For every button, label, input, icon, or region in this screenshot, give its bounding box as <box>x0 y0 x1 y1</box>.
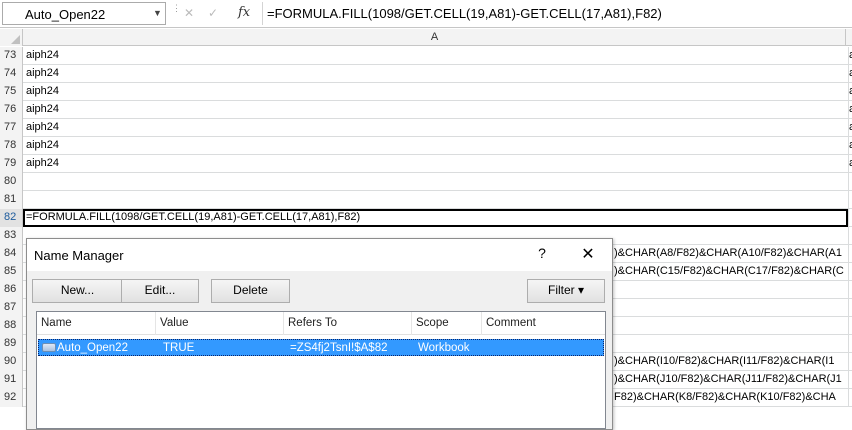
table-row: 75aiph24 a <box>0 83 852 101</box>
cell-b[interactable]: a <box>848 83 852 101</box>
row-header[interactable]: 76 <box>0 101 23 119</box>
row-header[interactable]: 80 <box>0 173 23 191</box>
cell-b[interactable]: a <box>848 119 852 137</box>
cell-b[interactable]: a <box>848 155 852 173</box>
cell-a[interactable]: aiph24 <box>26 155 59 173</box>
item-value: TRUE <box>163 342 195 354</box>
grip-icon[interactable]: ⋮ <box>172 4 181 21</box>
row-header[interactable]: 75 <box>0 83 23 101</box>
column-header-value[interactable]: Value <box>156 312 284 335</box>
name-manager-dialog: Name Manager ? ✕ New... Edit... Delete F… <box>26 238 613 430</box>
row-header[interactable]: 79 <box>0 155 23 173</box>
row-header[interactable]: 83 <box>0 227 23 245</box>
cell-b[interactable] <box>848 191 852 209</box>
table-row: 77aiph24 a <box>0 119 852 137</box>
table-row: 76aiph24 a <box>0 101 852 119</box>
column-header-refers-to[interactable]: Refers To <box>284 312 412 335</box>
row-header[interactable]: 89 <box>0 335 23 353</box>
cell-overflow-text: )&CHAR(A8/F82)&CHAR(A10/F82)&CHAR(A1 <box>614 247 842 259</box>
cell-b[interactable] <box>848 263 852 281</box>
row-header[interactable]: 82 <box>0 209 23 227</box>
table-row: 81 <box>0 191 852 209</box>
cell-b[interactable] <box>848 245 852 263</box>
chevron-down-icon[interactable]: ▼ <box>153 8 162 18</box>
insert-function-button[interactable]: fx <box>238 5 250 20</box>
enter-icon[interactable]: ✓ <box>208 6 218 20</box>
row-header[interactable]: 77 <box>0 119 23 137</box>
cell-a[interactable]: aiph24 <box>26 119 59 137</box>
row-header[interactable]: 85 <box>0 263 23 281</box>
cell-overflow-text: F82)&CHAR(K8/F82)&CHAR(K10/F82)&CHA <box>614 391 836 403</box>
table-row: 79aiph24 a <box>0 155 852 173</box>
delete-button[interactable]: Delete <box>211 279 290 303</box>
cell-b[interactable]: a <box>848 47 852 65</box>
edit-button[interactable]: Edit... <box>121 279 199 303</box>
cell-b[interactable] <box>848 389 852 407</box>
cell-b[interactable] <box>848 353 852 371</box>
cell-b[interactable]: a <box>848 65 852 83</box>
cell-a[interactable]: aiph24 <box>26 101 59 119</box>
cell-a[interactable]: aiph24 <box>26 83 59 101</box>
select-all-button[interactable] <box>0 29 23 46</box>
column-header-b[interactable] <box>847 29 852 46</box>
names-list[interactable]: Name Value Refers To Scope Comment Auto_… <box>36 311 606 429</box>
name-box[interactable]: Auto_Open22 ▼ <box>2 2 166 25</box>
dialog-title: Name Manager <box>34 248 124 263</box>
formula-input[interactable]: =FORMULA.FILL(1098/GET.CELL(19,A81)-GET.… <box>262 2 850 25</box>
row-header[interactable]: 78 <box>0 137 23 155</box>
cell-b[interactable]: a <box>848 101 852 119</box>
cell-b[interactable] <box>848 299 852 317</box>
row-header[interactable]: 87 <box>0 299 23 317</box>
formula-text: =FORMULA.FILL(1098/GET.CELL(19,A81)-GET.… <box>267 6 662 21</box>
row-header[interactable]: 74 <box>0 65 23 83</box>
cell-b[interactable] <box>848 281 852 299</box>
cell-overflow-text: )&CHAR(C15/F82)&CHAR(C17/F82)&CHAR(C <box>614 265 844 277</box>
row-header[interactable]: 86 <box>0 281 23 299</box>
column-header-scope[interactable]: Scope <box>412 312 482 335</box>
row-header[interactable]: 88 <box>0 317 23 335</box>
formula-buttons: ✕ ✓ fx <box>182 2 258 25</box>
cell-b[interactable] <box>848 317 852 335</box>
active-cell-outline <box>23 209 848 227</box>
column-header-name[interactable]: Name <box>37 312 156 335</box>
table-row: 78aiph24 a <box>0 137 852 155</box>
cell-b[interactable] <box>848 335 852 353</box>
new-button[interactable]: New... <box>32 279 123 303</box>
cell-b[interactable] <box>848 209 852 227</box>
close-button[interactable]: ✕ <box>578 244 598 264</box>
table-row: 80 <box>0 173 852 191</box>
list-header: Name Value Refers To Scope Comment <box>37 312 605 335</box>
name-box-value: Auto_Open22 <box>25 7 106 22</box>
cell-a[interactable]: aiph24 <box>26 137 59 155</box>
item-name: Auto_Open22 <box>57 342 128 354</box>
cancel-icon[interactable]: ✕ <box>184 6 194 20</box>
cell-b[interactable] <box>848 173 852 191</box>
column-header-a[interactable]: A <box>24 29 846 46</box>
cell-a[interactable]: aiph24 <box>26 65 59 83</box>
cell-a[interactable]: aiph24 <box>26 47 59 65</box>
cell-overflow-text: )&CHAR(J10/F82)&CHAR(J11/F82)&CHAR(J1 <box>614 373 842 385</box>
cell-b[interactable] <box>848 371 852 389</box>
column-header-row: A <box>0 29 852 46</box>
table-row: 74aiph24 a <box>0 65 852 83</box>
cell-b[interactable]: a <box>848 137 852 155</box>
row-header[interactable]: 81 <box>0 191 23 209</box>
filter-button[interactable]: Filter ▾ <box>527 279 605 303</box>
help-button[interactable]: ? <box>535 245 549 263</box>
list-item[interactable]: Auto_Open22 TRUE =ZS4fj2TsnI!$A$82 Workb… <box>38 339 604 356</box>
item-scope: Workbook <box>418 342 470 354</box>
cell-overflow-text: )&CHAR(I10/F82)&CHAR(I11/F82)&CHAR(I1 <box>614 355 835 367</box>
item-refers-to: =ZS4fj2TsnI!$A$82 <box>290 342 388 354</box>
row-header[interactable]: 92 <box>0 389 23 407</box>
row-header[interactable]: 84 <box>0 245 23 263</box>
named-range-icon <box>42 343 56 352</box>
cell-b[interactable] <box>848 227 852 245</box>
row-header[interactable]: 90 <box>0 353 23 371</box>
row-header[interactable]: 73 <box>0 47 23 65</box>
column-header-comment[interactable]: Comment <box>482 312 605 335</box>
table-row: 73aiph24 a <box>0 47 852 65</box>
row-header[interactable]: 91 <box>0 371 23 389</box>
dialog-body: New... Edit... Delete Filter ▾ Name Valu… <box>27 271 612 429</box>
formula-bar-row: Auto_Open22 ▼ ⋮ ✕ ✓ fx =FORMULA.FILL(109… <box>0 0 852 28</box>
